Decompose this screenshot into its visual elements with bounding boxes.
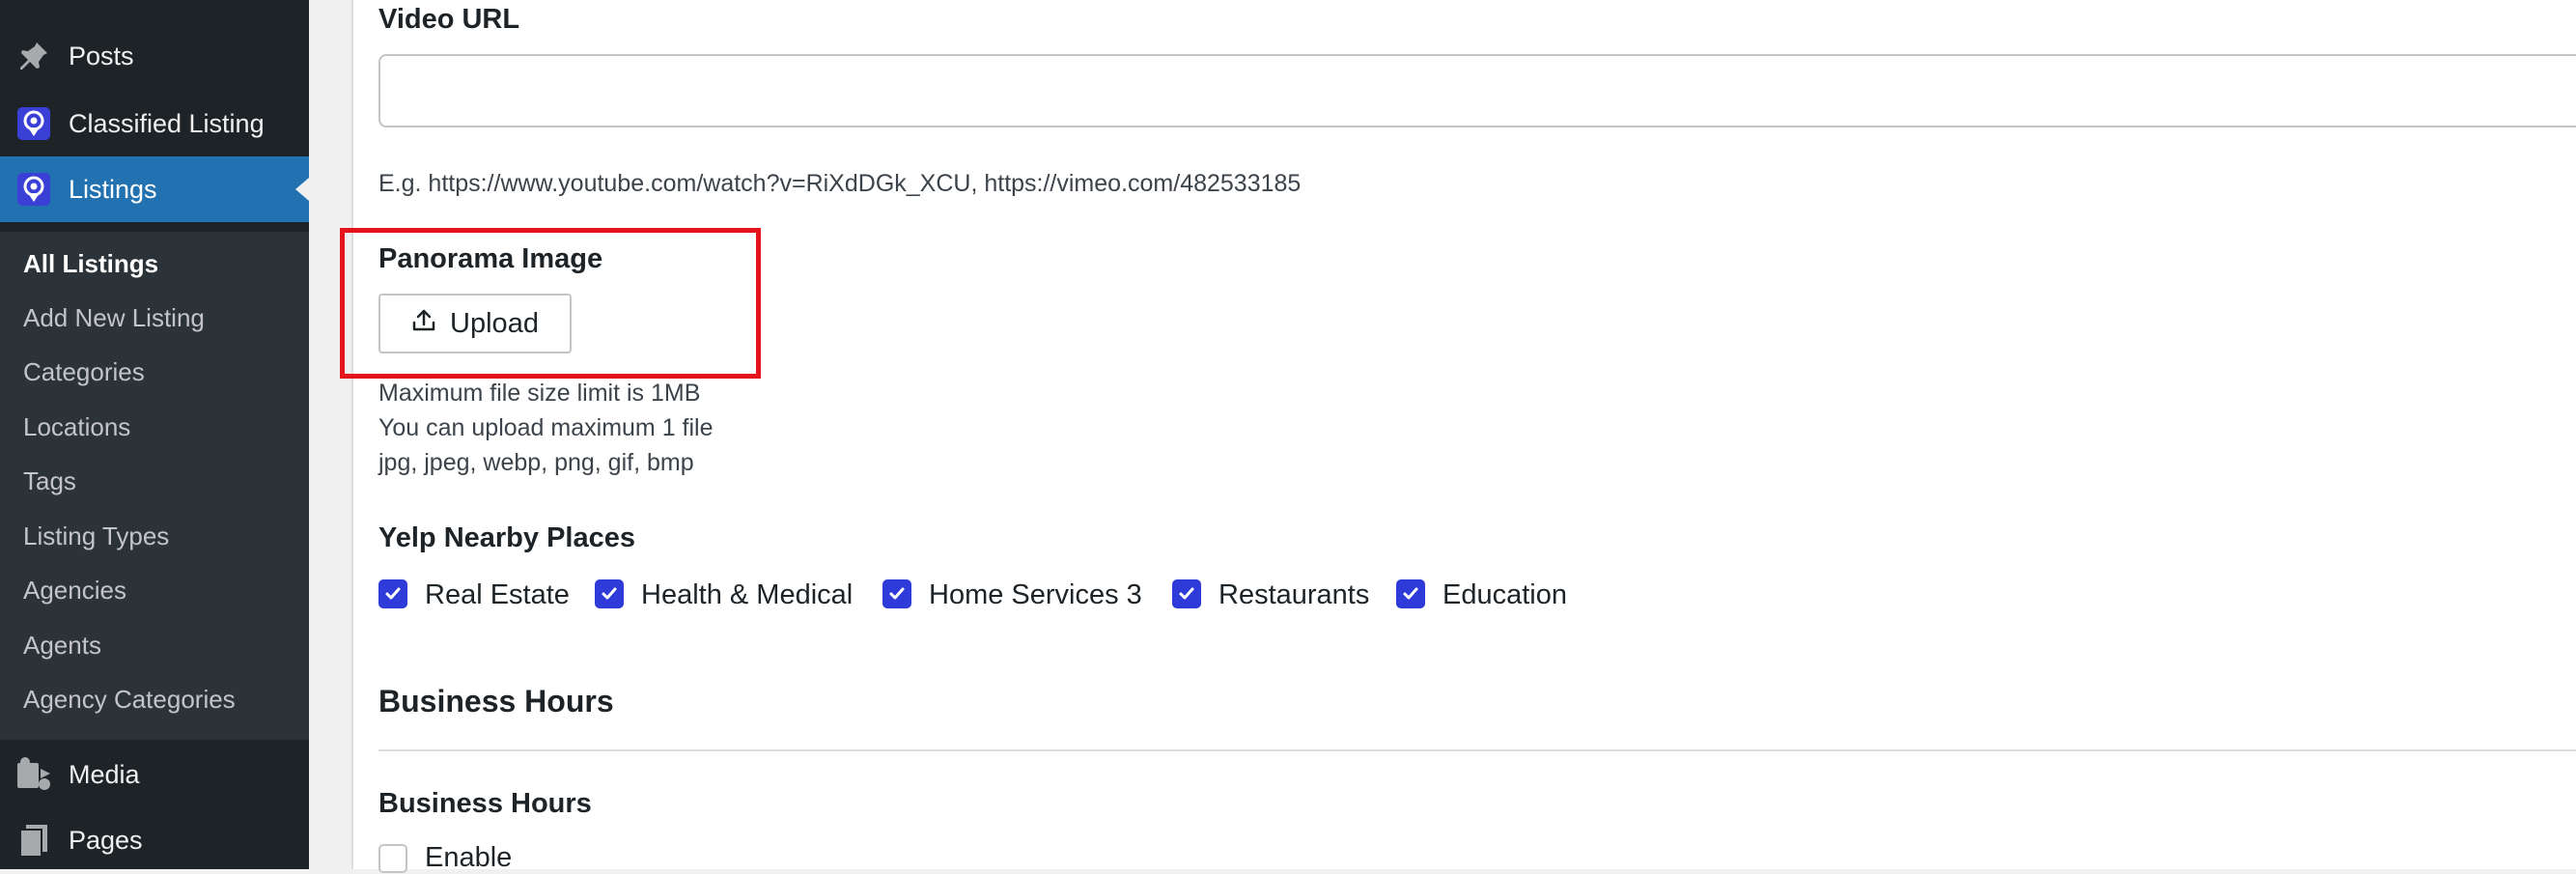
submenu-listing-types[interactable]: Listing Types [23, 522, 169, 551]
admin-sidebar: Posts Classified Listing Listings All Li… [0, 0, 309, 869]
menu-label: Listings [69, 174, 157, 204]
video-url-label: Video URL [378, 4, 520, 35]
yelp-nearby-places-label: Yelp Nearby Places [378, 522, 635, 553]
submenu-agents[interactable]: Agents [23, 631, 101, 661]
panorama-count-note: You can upload maximum 1 file [378, 414, 714, 441]
upload-button-label: Upload [450, 307, 539, 339]
panorama-image-label: Panorama Image [378, 243, 603, 274]
checkmark-icon [602, 587, 617, 600]
menu-label: Media [69, 759, 140, 789]
checkbox-label: Health & Medical [641, 579, 854, 610]
menu-item-pages[interactable]: Pages [0, 807, 309, 873]
checkbox-restaurants[interactable] [1172, 579, 1201, 608]
menu-item-media[interactable]: Media [0, 742, 309, 807]
checkmark-icon [1179, 587, 1194, 600]
submenu-categories[interactable]: Categories [23, 357, 145, 387]
pages-icon [14, 821, 53, 860]
submenu-add-new-listing[interactable]: Add New Listing [23, 303, 205, 333]
listings-icon [14, 170, 53, 209]
menu-item-listings[interactable]: Listings [0, 156, 309, 222]
panorama-upload-button[interactable]: Upload [378, 294, 572, 353]
video-url-input[interactable] [378, 54, 2576, 127]
checkbox-label: Education [1442, 579, 1567, 610]
checkmark-icon [1403, 587, 1418, 600]
panorama-size-note: Maximum file size limit is 1MB [378, 380, 701, 407]
menu-item-classified-listing[interactable]: Classified Listing [0, 91, 309, 156]
submenu-tags[interactable]: Tags [23, 466, 76, 496]
business-hours-section-title: Business Hours [378, 684, 614, 719]
submenu-locations[interactable]: Locations [23, 412, 130, 442]
checkbox-education[interactable] [1396, 579, 1425, 608]
submenu-agencies[interactable]: Agencies [23, 576, 126, 606]
listing-form: Video URL E.g. https://www.youtube.com/w… [340, 0, 2576, 873]
submenu-agency-categories[interactable]: Agency Categories [23, 685, 236, 715]
menu-label: Pages [69, 825, 143, 855]
checkmark-icon [385, 587, 401, 600]
enable-label: Enable [425, 842, 513, 873]
checkbox-home-services[interactable] [882, 579, 911, 608]
listings-submenu: All Listings Add New Listing Categories … [0, 232, 309, 740]
checkbox-label: Home Services 3 [929, 579, 1142, 610]
upload-icon [411, 307, 436, 340]
panorama-types-note: jpg, jpeg, webp, png, gif, bmp [378, 449, 694, 476]
menu-label: Posts [69, 41, 134, 70]
checkbox-health-medical[interactable] [595, 579, 624, 608]
checkmark-icon [889, 587, 905, 600]
video-url-help: E.g. https://www.youtube.com/watch?v=RiX… [378, 170, 1302, 197]
menu-item-posts[interactable]: Posts [0, 23, 309, 89]
media-icon [14, 755, 53, 794]
checkbox-real-estate[interactable] [378, 579, 407, 608]
checkbox-label: Real Estate [425, 579, 570, 610]
submenu-all-listings[interactable]: All Listings [23, 249, 158, 279]
classified-listing-icon [14, 104, 53, 143]
business-hours-label: Business Hours [378, 788, 592, 819]
menu-label: Classified Listing [69, 108, 265, 138]
section-divider [378, 749, 2576, 751]
pushpin-icon [14, 37, 53, 75]
checkbox-label: Restaurants [1218, 579, 1370, 610]
